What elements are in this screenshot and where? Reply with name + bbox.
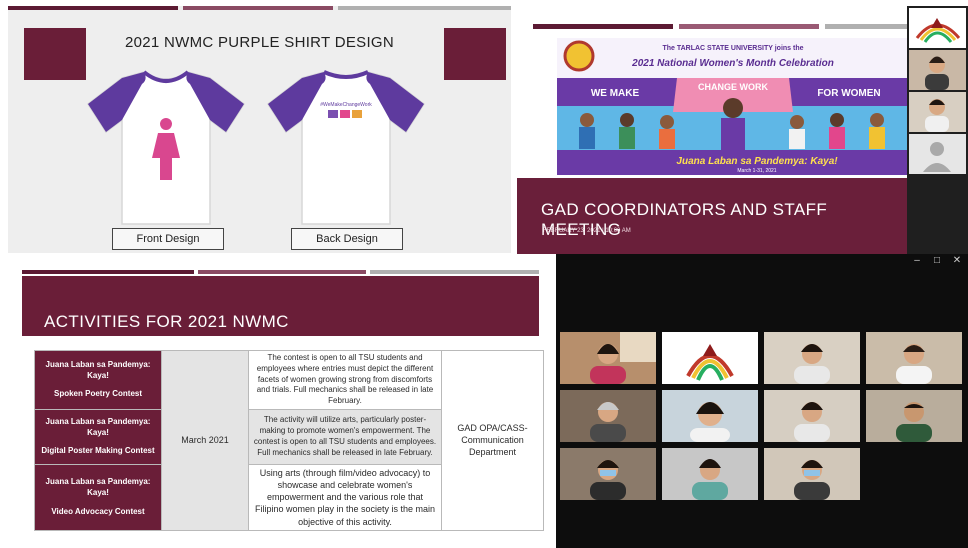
- activity-title: Video Advocacy Contest: [51, 506, 145, 516]
- accent-band: [22, 270, 194, 274]
- participant-video-tile[interactable]: [764, 390, 860, 442]
- participant-video-tile[interactable]: [662, 390, 758, 442]
- participant-tile[interactable]: [909, 134, 966, 174]
- participant-tile[interactable]: [909, 8, 966, 48]
- accent-band: [679, 24, 819, 29]
- close-button[interactable]: ✕: [948, 255, 966, 267]
- accent-band: [533, 24, 673, 29]
- participant-video-tile[interactable]: [662, 332, 758, 384]
- banner-change-work: CHANGE WORK: [698, 82, 768, 92]
- participant-tile[interactable]: [909, 50, 966, 90]
- banner-line-1: The TARLAC STATE UNIVERSITY joins the: [662, 45, 803, 52]
- participant-video: [794, 460, 830, 500]
- activity-name-cell: Juana Laban sa Pandemya: Kaya! Spoken Po…: [34, 350, 162, 410]
- shirt-design-slide: 2021 NWMC PURPLE SHIRT DESIGN #WeMakeCha…: [8, 6, 511, 253]
- participant-video-tile[interactable]: [560, 448, 656, 500]
- participant-video-tile[interactable]: [866, 390, 962, 442]
- participant-video: [590, 460, 626, 500]
- meeting-title: GAD COORDINATORS AND STAFF MEETING: [541, 200, 828, 239]
- minimize-button[interactable]: –: [908, 255, 926, 267]
- logo-icon: [352, 110, 362, 118]
- meeting-title-band: GAD COORDINATORS AND STAFF MEETING FEBRU…: [517, 178, 907, 254]
- description-cell: The activity will utilize arts, particul…: [248, 408, 442, 465]
- maximize-button[interactable]: □: [928, 255, 946, 267]
- logo-icon: [340, 110, 350, 118]
- activity-title: Digital Poster Making Contest: [41, 446, 155, 456]
- back-print-text: #WeMakeChangeWork: [320, 102, 372, 108]
- banner-line-2: 2021 National Women's Month Celebration: [631, 58, 834, 69]
- theme-text: Juana Laban sa Pandemya: Kaya!: [45, 359, 151, 380]
- meeting-date: FEBRUARY 23, 2021 | 10:00 AM: [543, 228, 631, 234]
- participant-strip[interactable]: [907, 6, 968, 254]
- participant-video-tile[interactable]: [764, 332, 860, 384]
- front-design-caption: Front Design: [112, 228, 224, 250]
- responsible-cell: GAD OPA/CASS-Communication Department: [441, 350, 544, 531]
- participant-video: [925, 99, 949, 132]
- accent-band: [825, 24, 907, 29]
- banner-we-make: WE MAKE: [591, 88, 640, 99]
- description-cell: Using arts (through film/video advocacy)…: [248, 463, 442, 531]
- banner-for-women: FOR WOMEN: [817, 88, 880, 99]
- accent-band: [198, 270, 366, 274]
- banner-tagline: Juana Laban sa Pandemya: Kaya!: [676, 156, 838, 167]
- activities-slide: ACTIVITIES FOR 2021 NWMC Juana Laban sa …: [8, 262, 553, 548]
- date-cell: March 2021: [161, 350, 249, 531]
- activity-title: Spoken Poetry Contest: [53, 389, 142, 399]
- meeting-slide: The TARLAC STATE UNIVERSITY joins the 20…: [517, 6, 968, 254]
- front-shirt-image: [86, 70, 246, 225]
- participant-video: [794, 402, 830, 442]
- accent-band: [8, 6, 178, 10]
- participant-video: [590, 332, 656, 384]
- accent-band: [338, 6, 511, 10]
- participant-video-tile[interactable]: [560, 390, 656, 442]
- participant-video-tile[interactable]: [866, 332, 962, 384]
- zoom-gallery-window: – □ ✕: [556, 254, 968, 548]
- participant-video: [690, 402, 730, 442]
- table-row: Juana Laban sa Pandemya: Kaya! Spoken Po…: [34, 350, 544, 531]
- nwmc-banner-image: The TARLAC STATE UNIVERSITY joins the 20…: [557, 38, 909, 175]
- slide-header: ACTIVITIES FOR 2021 NWMC: [22, 276, 539, 336]
- participant-video-tile[interactable]: [764, 448, 860, 500]
- accent-band: [370, 270, 539, 274]
- participant-video: [925, 56, 949, 90]
- participant-video-tile[interactable]: [560, 332, 656, 384]
- activities-table: Juana Laban sa Pandemya: Kaya! Spoken Po…: [34, 350, 544, 531]
- logo-icon: [328, 110, 338, 118]
- theme-text: Juana Laban sa Pandemya: Kaya!: [45, 477, 151, 497]
- participant-video: [794, 344, 830, 384]
- description-cell: The contest is open to all TSU students …: [248, 350, 442, 410]
- participant-video: [896, 402, 932, 442]
- back-shirt-image: #WeMakeChangeWork: [266, 70, 426, 225]
- avatar-icon: [923, 142, 951, 172]
- participant-video: [692, 459, 728, 500]
- participant-video: [896, 344, 932, 384]
- participant-video-tile[interactable]: [662, 448, 758, 500]
- university-seal-icon: [563, 40, 595, 72]
- participant-tile[interactable]: [909, 92, 966, 132]
- tsu-logo-icon: [915, 18, 961, 43]
- tsu-logo-icon: [686, 344, 734, 381]
- back-design-caption: Back Design: [291, 228, 403, 250]
- accent-band: [183, 6, 333, 10]
- theme-text: Juana Laban sa Pandemya: Kaya!: [45, 416, 151, 437]
- activity-name-cell: Juana Laban sa Pandemya: Kaya! Digital P…: [34, 408, 162, 465]
- slide-title: 2021 NWMC PURPLE SHIRT DESIGN: [124, 34, 395, 51]
- participant-video: [590, 402, 626, 442]
- slide-title: ACTIVITIES FOR 2021 NWMC: [44, 312, 289, 331]
- banner-dates: March 1-31, 2021: [737, 168, 776, 174]
- activity-name-cell: Juana Laban sa Pandemya: Kaya! Video Adv…: [34, 463, 162, 531]
